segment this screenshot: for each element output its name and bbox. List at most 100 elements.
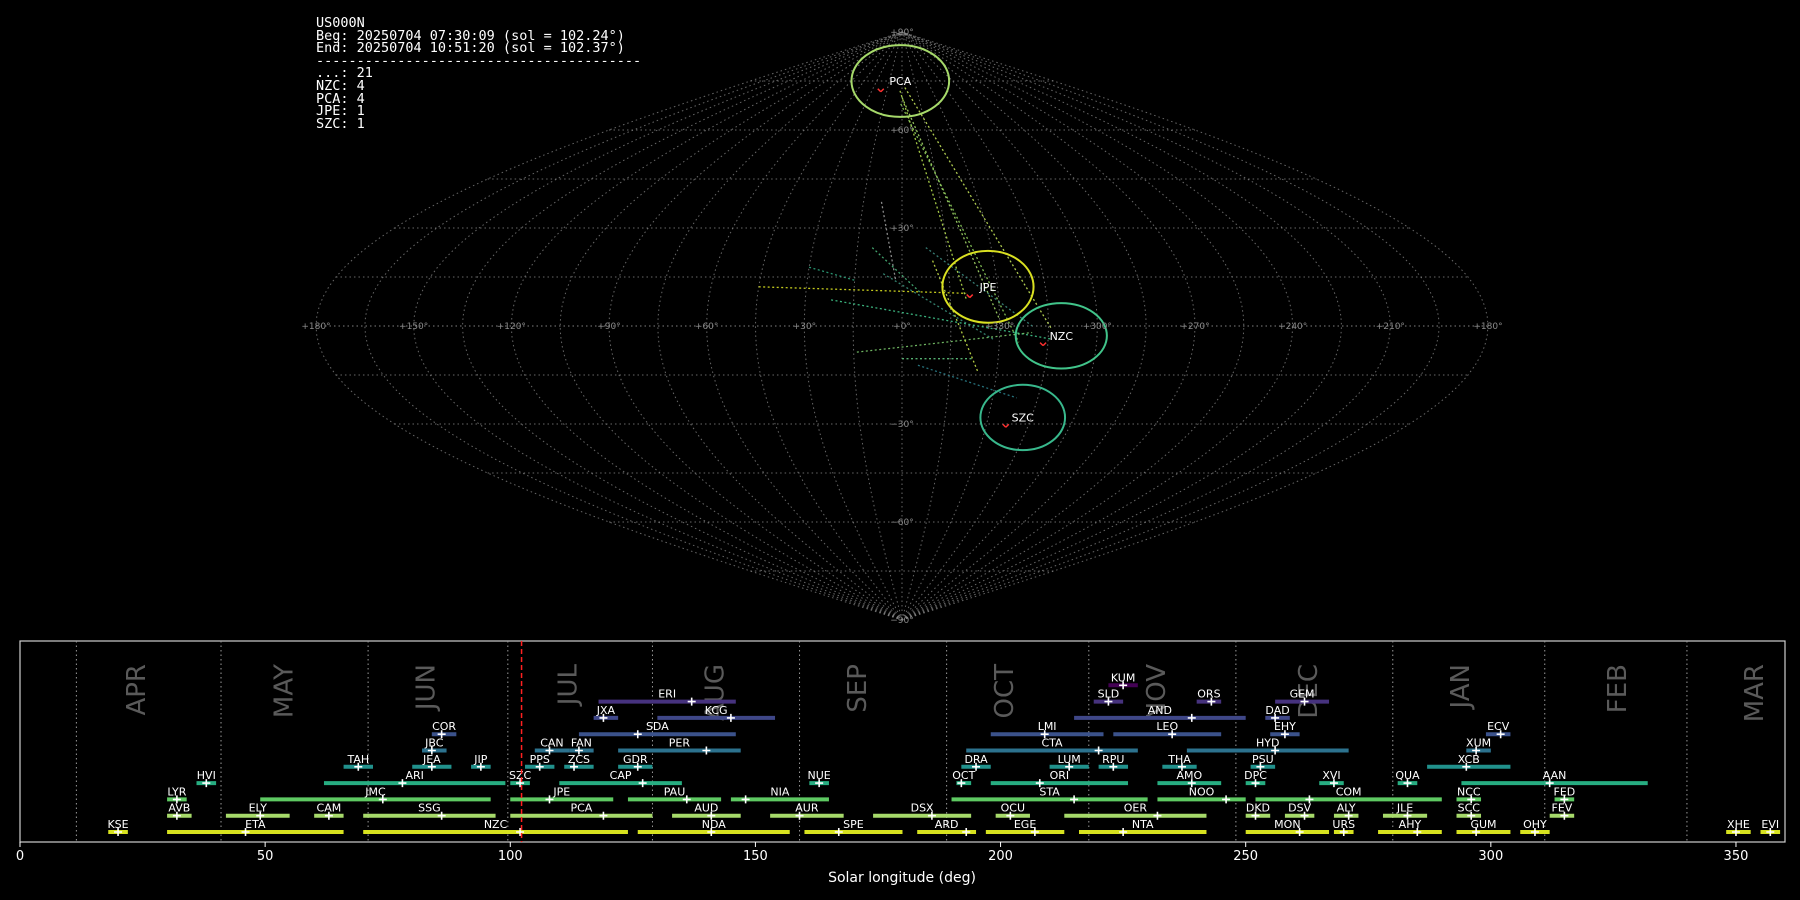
peak-marker (1030, 828, 1039, 836)
shower-label: STA (1039, 785, 1060, 798)
radiant-marker (1039, 342, 1047, 347)
meridian-line (803, 31, 903, 621)
shower-label: SZC (509, 769, 532, 782)
peak-marker (354, 762, 363, 771)
shower-label: CAN (540, 737, 563, 750)
shower-label: DPC (1244, 769, 1267, 782)
peak-marker (427, 746, 436, 755)
peak-marker (545, 746, 554, 755)
peak-marker (437, 730, 446, 739)
peak-marker (972, 762, 981, 771)
shower-label: LMI (1038, 720, 1057, 733)
peak-marker (172, 811, 181, 820)
shower-label: NOO (1189, 785, 1215, 798)
timeline-frame (19, 640, 1786, 843)
shower-label: JIP (473, 753, 487, 766)
shower-label: PER (669, 737, 691, 750)
shower-label: ALY (1337, 802, 1356, 815)
shower-label: SSG (418, 802, 441, 815)
shower-label: COR (432, 720, 456, 733)
peak-marker (599, 713, 608, 722)
longitude-tick-label: +240° (1278, 322, 1307, 332)
peak-marker (1472, 828, 1481, 836)
x-tick-label: 250 (1233, 849, 1258, 864)
shower-label: PPS (530, 753, 550, 766)
peak-marker (1006, 811, 1015, 820)
peak-marker (1403, 779, 1412, 788)
peak-marker (1560, 795, 1569, 804)
month-boundaries (75, 641, 1688, 842)
meteor-trail (830, 299, 1052, 340)
peak-marker (1222, 795, 1231, 804)
shower-label: ZCS (568, 753, 590, 766)
month-labels: APR MAY JUN JUL AUG SEP OCT NOV DEC JAN FEB MAR (122, 663, 1770, 722)
shower-label: NDA (702, 818, 727, 831)
peak-marker (1109, 762, 1118, 771)
longitude-tick-label: +90° (597, 322, 621, 332)
radiant-label: NZC (1050, 330, 1074, 343)
peak-marker (1251, 811, 1260, 820)
month-label: MAR (1740, 664, 1770, 722)
peak-marker (1207, 697, 1216, 706)
shower-label: OER (1124, 802, 1148, 815)
peak-marker (398, 779, 407, 788)
shower-label: ARI (405, 769, 423, 782)
peak-marker (1070, 795, 1079, 804)
peak-marker (1560, 811, 1569, 820)
longitude-tick-label: +30° (793, 322, 817, 332)
shower-label: ETA (245, 818, 266, 831)
peak-marker (1177, 762, 1186, 771)
peak-marker (599, 811, 608, 820)
peak-marker (1104, 697, 1113, 706)
peak-marker (1413, 828, 1422, 836)
shower-label: ERI (658, 688, 676, 701)
month-label: SEP (843, 664, 873, 713)
shower-label: JEA (422, 753, 441, 766)
peak-marker (574, 746, 583, 755)
month-label: JUL (554, 663, 584, 707)
sky-map: PCA JPE NZC SZC +180° +150° +120° +90° +60° +30°… (301, 28, 1502, 626)
meteor-trail (856, 331, 1033, 353)
shower-label: AHY (1399, 818, 1422, 831)
peak-marker (202, 779, 211, 788)
peak-marker (378, 795, 387, 804)
peak-marker (1305, 795, 1314, 804)
radiant-label: JPE (979, 281, 997, 294)
meteor-trail (880, 201, 897, 281)
longitude-tick-label: +0° (893, 322, 911, 332)
radiant-marker (966, 294, 974, 299)
peak-marker (1766, 828, 1775, 836)
shower-label: HVI (197, 769, 216, 782)
shower-label: DSV (1288, 802, 1311, 815)
peak-marker (1271, 746, 1280, 755)
peak-marker (1300, 811, 1309, 820)
shower-label: LEO (1156, 720, 1178, 733)
shower-label: AVB (168, 802, 190, 815)
shower-label: PCA (570, 802, 592, 815)
peak-marker (1731, 828, 1740, 836)
month-label: MAY (269, 664, 299, 718)
shower-label: AMO (1176, 769, 1202, 782)
shower-label: KUM (1111, 671, 1135, 684)
peak-marker (545, 795, 554, 804)
shower-label: CTA (1041, 737, 1063, 750)
radiant-label: SZC (1012, 411, 1035, 424)
peak-marker (476, 762, 485, 771)
shower-label: JXA (596, 704, 616, 717)
x-tick-label: 100 (498, 849, 523, 864)
x-tick-label: 0 (16, 849, 24, 864)
latitude-tick-label: +90° (890, 28, 914, 38)
x-tick-label: 350 (1724, 849, 1749, 864)
shower-label: JBC (424, 737, 444, 750)
shower-label: XHE (1727, 818, 1750, 831)
peak-marker (1467, 811, 1476, 820)
peak-marker (516, 779, 525, 788)
month-label: NOV (1142, 664, 1172, 721)
shower-label: NUE (808, 769, 831, 782)
shower-label: ELY (249, 802, 268, 815)
meteor-trail (899, 90, 968, 301)
peak-marker (437, 811, 446, 820)
shower-label: DKD (1246, 802, 1270, 815)
peak-marker (1187, 713, 1196, 722)
peak-marker (741, 795, 750, 804)
